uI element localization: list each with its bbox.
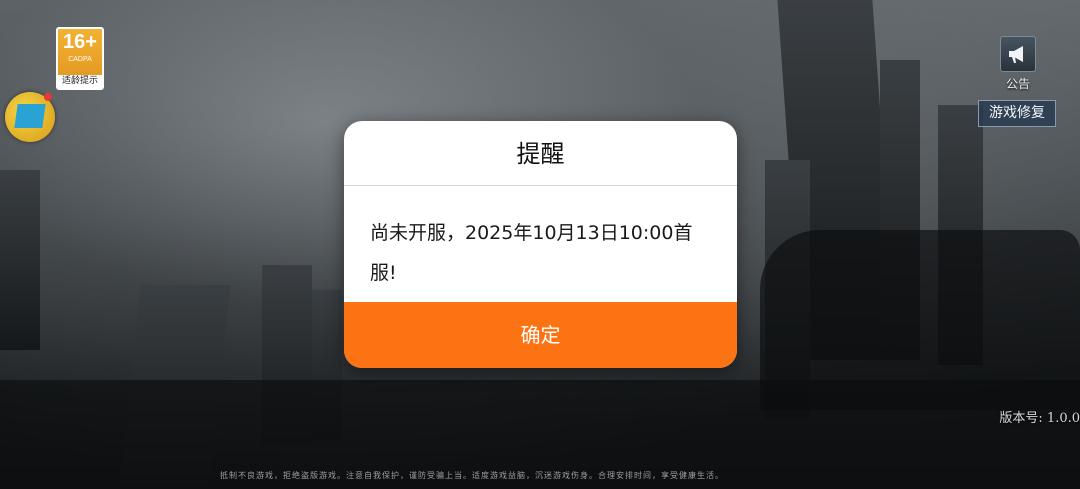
age-rating-tip: 适龄提示 — [58, 75, 102, 88]
notice-button[interactable]: 公告 — [996, 36, 1040, 92]
dialog-message: 尚未开服，2025年10月13日10:00首 服! — [344, 185, 737, 301]
age-rating-badge: 16+ CADPA 适龄提示 — [56, 27, 104, 90]
game-logo-icon — [14, 104, 46, 128]
version-label: 版本号: 1.0.0 — [999, 411, 1080, 426]
age-rating-org: CADPA — [68, 56, 92, 63]
age-rating-number: 16+ — [63, 31, 97, 53]
notification-dot — [44, 93, 52, 101]
megaphone-icon — [1000, 36, 1036, 72]
notice-label: 公告 — [1005, 77, 1030, 91]
reminder-dialog: 提醒 尚未开服，2025年10月13日10:00首 服! 确定 — [344, 121, 737, 368]
dialog-message-line-1: 尚未开服，2025年10月13日10:00首 — [370, 222, 693, 244]
dialog-title: 提醒 — [344, 121, 737, 186]
health-notice: 抵制不良游戏，拒绝盗版游戏。注意自我保护，谨防受骗上当。适度游戏益脑，沉迷游戏伤… — [220, 471, 724, 480]
floating-game-logo[interactable] — [5, 92, 55, 142]
game-repair-button[interactable]: 游戏修复 — [978, 100, 1056, 127]
confirm-button[interactable]: 确定 — [344, 302, 737, 368]
